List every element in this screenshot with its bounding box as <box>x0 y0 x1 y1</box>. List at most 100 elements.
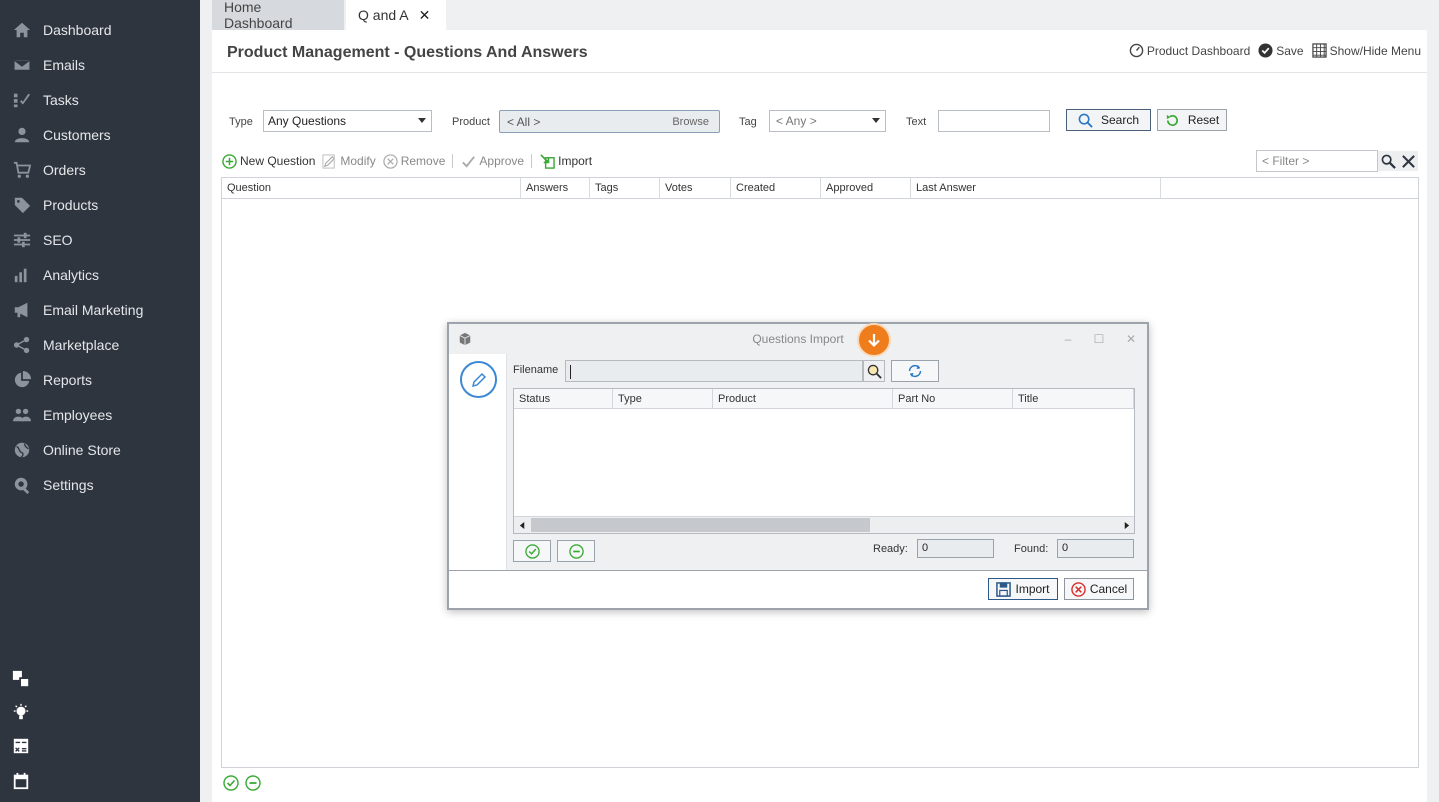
remove-button[interactable]: Remove <box>383 153 446 169</box>
lightbulb-icon[interactable] <box>12 703 32 723</box>
refresh-icon <box>1166 114 1178 126</box>
import-button[interactable]: Import <box>540 153 593 169</box>
calculator-icon[interactable] <box>12 737 32 757</box>
chevron-down-icon <box>418 118 426 123</box>
sidebar-item-seo[interactable]: SEO <box>0 222 200 257</box>
sidebar-item-settings[interactable]: Settings <box>0 467 200 502</box>
sidebar-item-online-store[interactable]: Online Store <box>0 432 200 467</box>
type-select-value: Any Questions <box>268 114 347 128</box>
column-header[interactable]: Status <box>514 389 613 409</box>
product-dashboard-button[interactable]: Product Dashboard <box>1129 43 1250 58</box>
sidebar-item-emails[interactable]: Emails <box>0 47 200 82</box>
sidebar-item-products[interactable]: Products <box>0 187 200 222</box>
refresh-button[interactable] <box>891 360 939 382</box>
sidebar-item-employees[interactable]: Employees <box>0 397 200 432</box>
column-header[interactable]: Tags <box>590 178 660 199</box>
remove-label: Remove <box>400 154 446 168</box>
filename-label: Filename <box>513 364 559 376</box>
plus-circle-icon <box>222 153 237 169</box>
calendar-icon[interactable] <box>12 772 32 792</box>
tab-home-dashboard[interactable]: Home Dashboard <box>212 0 344 31</box>
modify-button[interactable]: Modify <box>322 153 376 169</box>
sidebar-item-label: Emails <box>43 56 86 73</box>
sidebar-item-email-marketing[interactable]: Email Marketing <box>0 292 200 327</box>
column-header[interactable]: Answers <box>521 178 590 199</box>
download-badge <box>857 323 891 357</box>
column-header[interactable]: Created <box>731 178 821 199</box>
import-label: Import <box>558 154 593 168</box>
scroll-left-icon[interactable] <box>514 517 530 533</box>
new-question-button[interactable]: New Question <box>222 153 315 169</box>
windows-icon[interactable] <box>12 670 32 690</box>
column-header[interactable]: Votes <box>660 178 731 199</box>
scroll-right-icon[interactable] <box>1118 517 1134 533</box>
grid-menu-icon <box>1311 43 1327 58</box>
column-header[interactable]: Question <box>222 178 521 199</box>
sidebar-item-label: Employees <box>43 406 113 423</box>
gauge-icon <box>1129 43 1144 58</box>
dialog-side-panel <box>449 354 507 570</box>
filename-input[interactable] <box>565 360 863 382</box>
browse-file-button[interactable] <box>863 360 885 382</box>
filter-input[interactable]: < Filter > <box>1256 150 1378 172</box>
tag-select-value: < Any > <box>776 114 817 128</box>
sidebar-item-customers[interactable]: Customers <box>0 117 200 152</box>
page-title: Product Management - Questions And Answe… <box>227 44 588 61</box>
browse-button[interactable]: Browse <box>672 116 709 128</box>
column-header[interactable]: Last Answer <box>911 178 1161 199</box>
minus-circle-icon[interactable] <box>245 775 261 791</box>
search-button[interactable]: Search <box>1066 109 1151 131</box>
column-header[interactable]: Part No <box>893 389 1013 409</box>
envelope-icon <box>12 55 32 75</box>
sidebar-item-tasks[interactable]: Tasks <box>0 82 200 117</box>
search-icon[interactable] <box>1381 154 1396 169</box>
maximize-button[interactable]: ☐ <box>1092 332 1106 346</box>
column-header[interactable]: Type <box>613 389 713 409</box>
scrollbar-thumb[interactable] <box>531 518 870 532</box>
deselect-all-button[interactable] <box>557 540 595 562</box>
edit-icon <box>322 153 336 169</box>
clear-icon[interactable] <box>1401 154 1416 169</box>
cancel-button[interactable]: Cancel <box>1064 578 1134 600</box>
sidebar-item-label: Analytics <box>43 266 100 283</box>
share-icon <box>12 335 32 355</box>
approve-label: Approve <box>479 154 525 168</box>
check-circle-icon[interactable] <box>223 775 239 791</box>
close-button[interactable]: ✕ <box>1124 332 1138 346</box>
approve-button[interactable]: Approve <box>461 154 524 169</box>
column-header[interactable]: Approved <box>821 178 911 199</box>
users-icon <box>12 405 32 425</box>
sidebar-item-orders[interactable]: Orders <box>0 152 200 187</box>
header-actions: Product Dashboard Save Show/Hide Menu <box>1129 43 1421 58</box>
ready-count: 0 <box>917 539 994 558</box>
questions-import-dialog: Questions Import – ☐ ✕ Filename Status T… <box>447 322 1149 610</box>
column-header[interactable]: Title <box>1013 389 1134 409</box>
show-hide-menu-button[interactable]: Show/Hide Menu <box>1311 43 1421 58</box>
show-hide-menu-label: Show/Hide Menu <box>1329 43 1421 58</box>
text-input[interactable] <box>938 110 1050 132</box>
bar-chart-icon <box>12 265 32 285</box>
type-select[interactable]: Any Questions <box>263 110 432 132</box>
save-label: Save <box>1276 43 1304 58</box>
tag-select[interactable]: < Any > <box>769 110 886 132</box>
reset-button-label: Reset <box>1187 113 1220 127</box>
check-circle-icon <box>1258 43 1273 58</box>
text-caret <box>570 365 571 379</box>
save-button[interactable]: Save <box>1258 43 1304 58</box>
sidebar-item-dashboard[interactable]: Dashboard <box>0 12 200 47</box>
sidebar-item-marketplace[interactable]: Marketplace <box>0 327 200 362</box>
sidebar-item-analytics[interactable]: Analytics <box>0 257 200 292</box>
reset-button[interactable]: Reset <box>1157 109 1227 131</box>
remove-circle-icon <box>383 153 398 169</box>
minimize-button[interactable]: – <box>1061 332 1075 346</box>
column-header[interactable]: Product <box>713 389 893 409</box>
sidebar-item-label: SEO <box>43 231 73 248</box>
sidebar-item-reports[interactable]: Reports <box>0 362 200 397</box>
close-icon[interactable]: ✕ <box>419 7 431 24</box>
product-browse-field[interactable]: < All > Browse <box>499 110 720 133</box>
select-all-button[interactable] <box>513 540 551 562</box>
horizontal-scrollbar[interactable] <box>514 516 1134 533</box>
globe-icon <box>12 440 32 460</box>
import-confirm-button[interactable]: Import <box>988 578 1058 600</box>
tab-q-and-a[interactable]: Q and A ✕ <box>346 0 446 30</box>
